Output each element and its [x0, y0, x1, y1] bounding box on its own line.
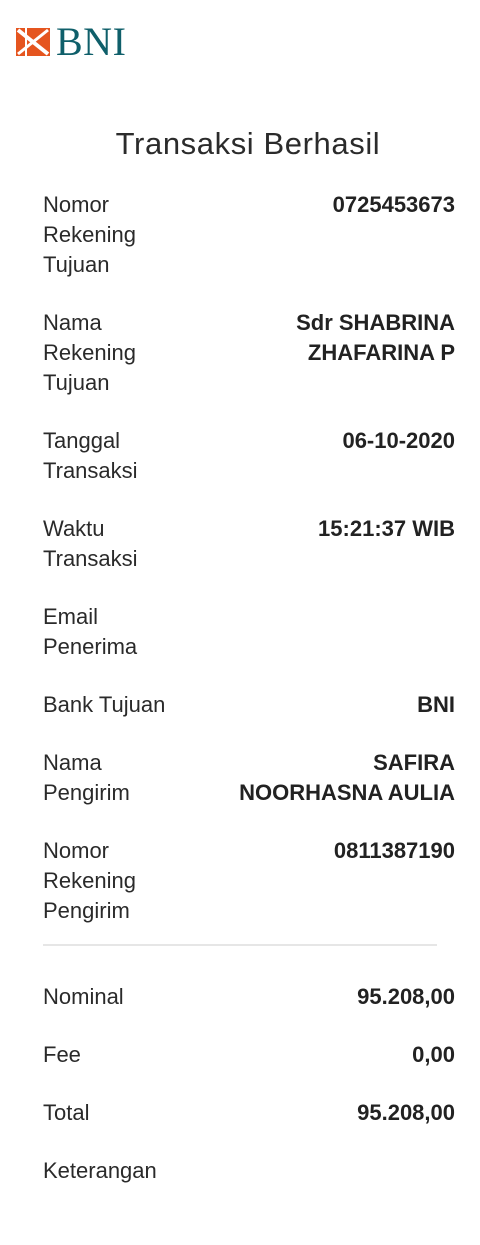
detail-label: Email Penerima: [43, 604, 138, 659]
detail-row-sender-account: Nomor Rekening Pengirim 0811387190: [43, 836, 455, 944]
detail-row-recipient-email: Email Penerima: [43, 602, 455, 690]
summary-label: Fee: [43, 1042, 81, 1067]
summary-value: 0,00: [412, 1042, 455, 1067]
detail-row-time: Waktu Transaksi 15:21:37 WIB: [43, 514, 455, 602]
detail-value: 06-10-2020: [342, 428, 455, 453]
detail-label: Nomor Rekening Tujuan: [43, 192, 136, 277]
detail-row-destination-account: Nomor Rekening Tujuan 0725453673: [43, 190, 455, 308]
detail-value: 0725453673: [332, 192, 455, 217]
summary-row-fee: Fee 0,00: [43, 1040, 455, 1098]
detail-row-date: Tanggal Transaksi 06-10-2020: [43, 426, 455, 514]
detail-label: Bank Tujuan: [43, 692, 166, 717]
detail-value: BNI: [417, 692, 455, 717]
brand-name: BNI: [56, 19, 127, 64]
detail-value: 15:21:37 WIB: [318, 516, 455, 541]
summary-value: 95.208,00: [357, 1100, 455, 1125]
detail-row-sender-name: Nama Pengirim SAFIRA NOORHASNA AULIA: [43, 748, 455, 836]
detail-value: 0811387190: [333, 838, 455, 863]
detail-label: Nomor Rekening Pengirim: [43, 838, 136, 923]
detail-row-destination-bank: Bank Tujuan BNI: [43, 690, 455, 748]
summary-value: 95.208,00: [357, 984, 455, 1009]
header: BNI: [16, 22, 126, 62]
transaction-summary: Nominal 95.208,00 Fee 0,00 Total 95.208,…: [43, 982, 455, 1214]
detail-value: SAFIRA NOORHASNA AULIA: [239, 750, 455, 805]
detail-row-destination-name: Nama Rekening Tujuan Sdr SHABRINA ZHAFAR…: [43, 308, 455, 426]
summary-row-description: Keterangan: [43, 1156, 455, 1214]
bni-logo-icon: [16, 28, 50, 56]
summary-label: Keterangan: [43, 1158, 157, 1183]
summary-row-total: Total 95.208,00: [43, 1098, 455, 1156]
summary-row-nominal: Nominal 95.208,00: [43, 982, 455, 1040]
summary-label: Total: [43, 1100, 90, 1125]
page-title: Transaksi Berhasil: [115, 126, 381, 161]
detail-label: Nama Pengirim: [43, 750, 130, 805]
detail-label: Waktu Transaksi: [43, 516, 138, 571]
transaction-details: Nomor Rekening Tujuan 0725453673 Nama Re…: [43, 190, 455, 946]
detail-label: Tanggal Transaksi: [43, 428, 138, 483]
detail-value: Sdr SHABRINA ZHAFARINA P: [296, 310, 455, 365]
summary-label: Nominal: [43, 984, 124, 1009]
divider: [43, 944, 437, 946]
detail-label: Nama Rekening Tujuan: [43, 310, 136, 395]
